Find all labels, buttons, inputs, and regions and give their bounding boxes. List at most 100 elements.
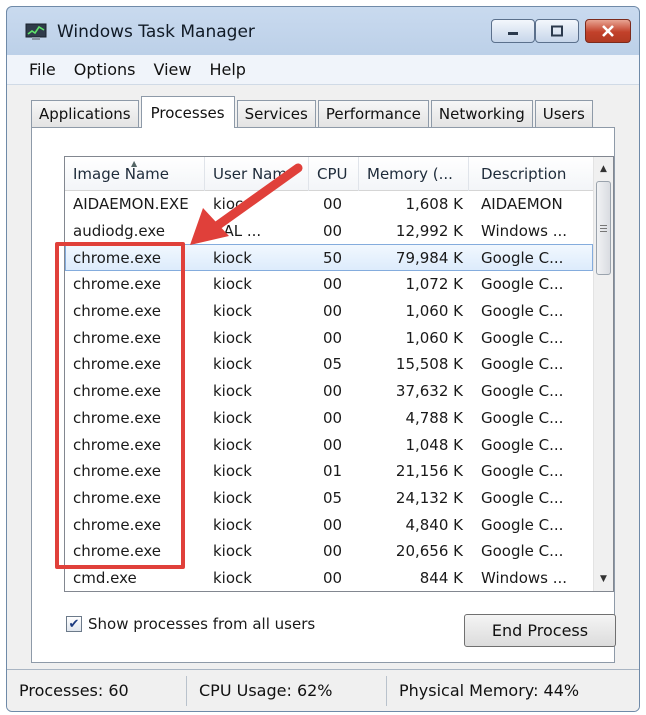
process-memory: 1,608 K [405, 195, 463, 214]
table-row[interactable]: chrome.exe kiock 05 15,508 K Google C... [65, 351, 593, 378]
menu-view[interactable]: View [154, 60, 192, 79]
column-cpu[interactable]: CPU [309, 157, 359, 191]
table-row[interactable]: AIDAEMON.EXE kioc 00 1,608 K AIDAEMON [65, 191, 593, 218]
process-cpu: 00 [323, 515, 343, 534]
process-image-name: chrome.exe [73, 542, 161, 561]
scroll-down-icon[interactable]: ▼ [594, 569, 613, 589]
process-cpu: 00 [323, 195, 343, 214]
task-manager-window: Windows Task Manager File Options View H… [6, 6, 640, 712]
process-memory: 21,156 K [395, 462, 463, 481]
table-row[interactable]: chrome.exe kiock 00 4,840 K Google C... [65, 511, 593, 538]
maximize-icon [551, 25, 563, 37]
window-title: Windows Task Manager [57, 22, 255, 42]
table-row[interactable]: chrome.exe kiock 00 20,656 K Google C... [65, 538, 593, 565]
processes-panel: ▲ Image Name User Nam CPU Memory (... De… [31, 127, 616, 663]
process-image-name: chrome.exe [73, 408, 161, 427]
process-cpu: 00 [323, 435, 343, 454]
checkmark-icon: ✔ [68, 616, 80, 632]
column-memory[interactable]: Memory (... [359, 157, 469, 191]
process-memory: 79,984 K [395, 248, 463, 267]
process-description: AIDAEMON [481, 195, 563, 214]
process-cpu: 05 [323, 488, 343, 507]
tab-performance[interactable]: Performance [317, 100, 429, 127]
process-cpu: 50 [323, 248, 343, 267]
process-image-name: chrome.exe [73, 515, 161, 534]
column-user-name[interactable]: User Nam [205, 157, 309, 191]
table-row[interactable]: chrome.exe kiock 50 79,984 K Google C... [65, 244, 593, 272]
process-user-name: kiock [213, 435, 252, 454]
process-image-name: chrome.exe [73, 462, 161, 481]
process-list[interactable]: ▲ Image Name User Nam CPU Memory (... De… [64, 156, 614, 592]
process-memory: 20,656 K [395, 542, 463, 561]
process-description: Google C... [481, 462, 564, 481]
process-image-name: chrome.exe [73, 488, 161, 507]
show-all-users-option[interactable]: ✔ Show processes from all users [66, 615, 315, 633]
menu-help[interactable]: Help [209, 60, 245, 79]
process-user-name: kiock [213, 328, 252, 347]
table-row[interactable]: chrome.exe kiock 05 24,132 K Google C... [65, 485, 593, 512]
process-description: Google C... [481, 435, 564, 454]
title-bar[interactable]: Windows Task Manager [7, 7, 639, 55]
end-process-button[interactable]: End Process [464, 614, 616, 647]
status-physical-memory: Physical Memory: 44% [399, 681, 580, 700]
process-user-name: kiock [213, 302, 252, 321]
menu-file[interactable]: File [29, 60, 56, 79]
table-row[interactable]: chrome.exe kiock 00 1,048 K Google C... [65, 431, 593, 458]
table-row[interactable]: cmd.exe kiock 00 844 K Windows ... [65, 565, 593, 591]
process-memory: 844 K [419, 568, 463, 587]
process-cpu: 00 [323, 568, 343, 587]
process-cpu: 00 [323, 408, 343, 427]
maximize-button[interactable] [535, 19, 579, 43]
table-row[interactable]: chrome.exe kiock 00 1,060 K Google C... [65, 324, 593, 351]
process-cpu: 00 [323, 275, 343, 294]
process-image-name: chrome.exe [73, 382, 161, 401]
process-image-name: cmd.exe [73, 568, 137, 587]
process-memory: 1,048 K [405, 435, 463, 454]
table-row[interactable]: chrome.exe kiock 00 1,072 K Google C... [65, 271, 593, 298]
process-user-name: kiock [213, 382, 252, 401]
column-image-name[interactable]: ▲ Image Name [65, 157, 205, 191]
process-cpu: 00 [323, 328, 343, 347]
table-row[interactable]: audiodg.exe CAL ... 00 12,992 K Windows ... [65, 218, 593, 245]
table-row[interactable]: chrome.exe kiock 00 4,788 K Google C... [65, 405, 593, 432]
process-user-name: kiock [213, 515, 252, 534]
table-row[interactable]: chrome.exe kiock 00 1,060 K Google C... [65, 298, 593, 325]
process-image-name: chrome.exe [73, 435, 161, 454]
process-memory: 1,060 K [405, 328, 463, 347]
tab-networking[interactable]: Networking [430, 100, 533, 127]
show-all-users-checkbox[interactable]: ✔ [66, 616, 82, 632]
menu-options[interactable]: Options [74, 60, 136, 79]
column-description[interactable]: Description [469, 157, 593, 191]
close-icon [602, 25, 614, 37]
process-description: Google C... [481, 248, 564, 267]
tab-users[interactable]: Users [534, 100, 593, 127]
close-button[interactable] [585, 19, 631, 43]
process-memory: 24,132 K [395, 488, 463, 507]
scroll-up-icon[interactable]: ▲ [594, 159, 613, 179]
process-cpu: 00 [323, 302, 343, 321]
column-label: Description [481, 165, 567, 183]
status-cpu-usage: CPU Usage: 62% [187, 675, 387, 706]
process-rows: AIDAEMON.EXE kioc 00 1,608 K AIDAEMON audiodg… [65, 191, 593, 591]
process-description: Google C... [481, 302, 564, 321]
process-description: Google C... [481, 488, 564, 507]
minimize-button[interactable] [491, 19, 535, 43]
process-image-name: chrome.exe [73, 355, 161, 374]
process-cpu: 00 [323, 382, 343, 401]
tab-processes[interactable]: Processes [140, 96, 235, 128]
process-user-name: kiock [213, 275, 252, 294]
tab-applications[interactable]: Applications [31, 100, 139, 127]
process-memory: 37,632 K [395, 382, 463, 401]
process-user-name: kioc [213, 195, 244, 214]
process-memory: 4,788 K [405, 408, 463, 427]
table-row[interactable]: chrome.exe kiock 00 37,632 K Google C... [65, 378, 593, 405]
tab-strip: Applications Processes Services Performa… [31, 95, 595, 128]
table-row[interactable]: chrome.exe kiock 01 21,156 K Google C... [65, 458, 593, 485]
scroll-thumb[interactable] [596, 181, 611, 275]
process-image-name: audiodg.exe [73, 222, 165, 241]
process-description: Google C... [481, 382, 564, 401]
vertical-scrollbar[interactable]: ▲ ▼ [593, 157, 613, 591]
tab-services[interactable]: Services [236, 100, 316, 127]
process-cpu: 01 [323, 462, 343, 481]
process-description: Windows ... [481, 222, 568, 241]
